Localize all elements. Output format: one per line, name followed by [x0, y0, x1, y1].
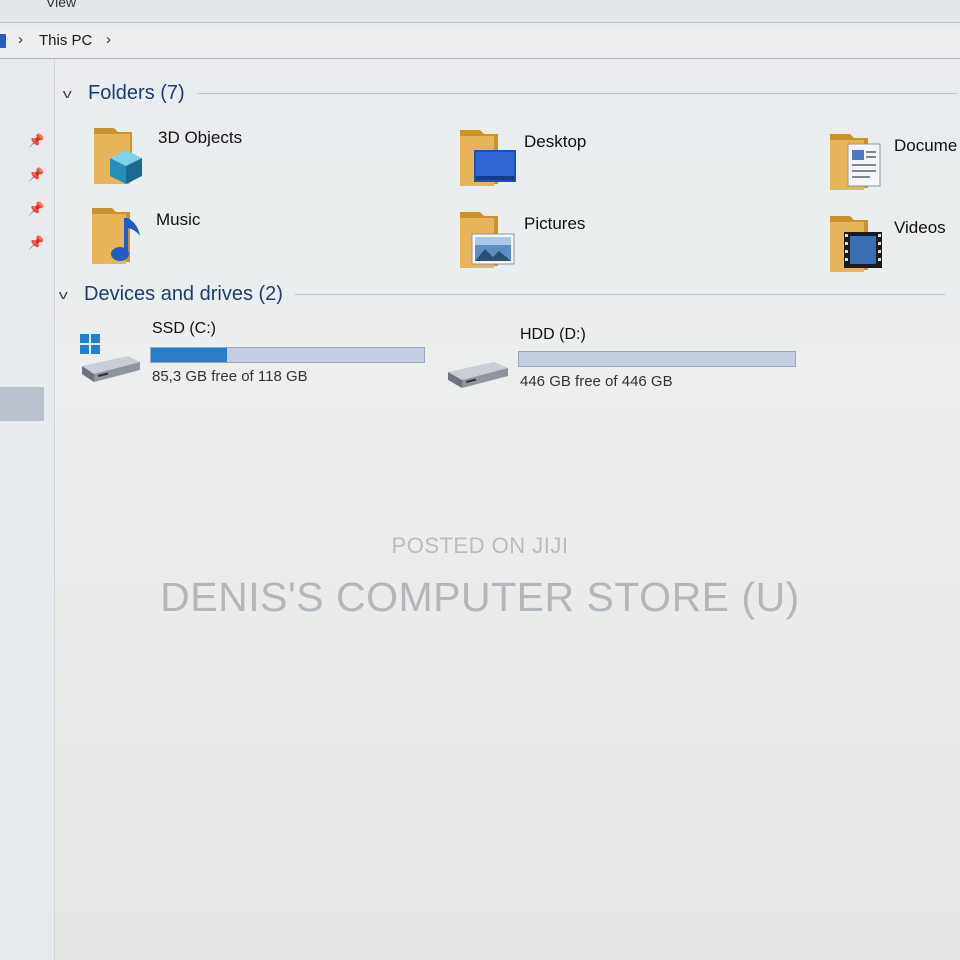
folders-group-title: Folders (7) [88, 82, 185, 104]
music-folder-icon [92, 208, 140, 264]
videos-folder-icon [830, 216, 882, 272]
this-pc-icon [0, 34, 6, 48]
pin-icon[interactable]: 📌 [28, 167, 44, 183]
drive-usage-bar [518, 351, 796, 367]
drive-name: HDD (D:) [520, 326, 586, 343]
drives-group-title: Devices and drives (2) [84, 283, 283, 305]
folders-group-header[interactable]: v Folders (7) [63, 82, 957, 105]
folder-item-documents[interactable]: Docume [828, 130, 960, 200]
ribbon-tab-view[interactable]: View [46, 0, 76, 10]
nav-selected-item[interactable] [0, 387, 44, 421]
folder-label: Videos [894, 218, 946, 237]
pin-icon[interactable]: 📌 [28, 133, 44, 149]
folder-item-pictures[interactable]: Pictures [458, 208, 788, 278]
folder-item-desktop[interactable]: Desktop [458, 126, 788, 196]
address-bar[interactable]: › This PC › [0, 28, 960, 59]
3d-objects-folder-icon [94, 128, 142, 184]
navigation-pane: 📌 📌 📌 📌 [0, 59, 55, 960]
folder-item-videos[interactable]: Videos [828, 212, 960, 282]
chevron-right-icon[interactable]: › [106, 31, 111, 48]
breadcrumb-this-pc[interactable]: This PC [39, 32, 92, 49]
folder-label: 3D Objects [158, 128, 243, 147]
drive-free-space: 85,3 GB free of 118 GB [152, 368, 308, 385]
desktop-folder-icon [460, 130, 516, 186]
folder-label: Pictures [524, 214, 586, 233]
windows-drive-icon [80, 334, 140, 382]
watermark-posted-on: POSTED ON JIJI [391, 533, 569, 558]
pictures-folder-icon [460, 212, 515, 268]
chevron-right-icon[interactable]: › [18, 31, 23, 48]
hard-drive-icon [448, 362, 508, 388]
group-divider [294, 294, 945, 295]
group-divider [196, 93, 957, 94]
drive-item-hdd-d[interactable]: HDD (D:) 446 GB free of 446 GB [446, 324, 806, 394]
folder-item-music[interactable]: Music [90, 204, 420, 274]
chevron-down-icon[interactable]: v [63, 86, 85, 101]
folder-item-3d-objects[interactable]: 3D Objects [92, 122, 422, 192]
watermark-store-name: DENIS'S COMPUTER STORE (U) [160, 574, 800, 620]
pin-icon[interactable]: 📌 [28, 201, 44, 217]
folder-label: Desktop [524, 132, 587, 151]
folder-label: Docume [894, 136, 958, 155]
chevron-down-icon[interactable]: v [59, 287, 81, 302]
drives-group-header[interactable]: v Devices and drives (2) [59, 283, 945, 306]
documents-folder-icon [830, 134, 881, 190]
drive-usage-bar [150, 347, 425, 363]
drive-free-space: 446 GB free of 446 GB [520, 373, 673, 390]
drive-name: SSD (C:) [152, 320, 216, 337]
drive-usage-fill [151, 348, 228, 362]
pin-icon[interactable]: 📌 [28, 235, 44, 251]
folder-label: Music [156, 210, 201, 229]
drive-item-ssd-c[interactable]: SSD (C:) 85,3 GB free of 118 GB [78, 318, 438, 388]
ribbon: View [0, 0, 960, 23]
